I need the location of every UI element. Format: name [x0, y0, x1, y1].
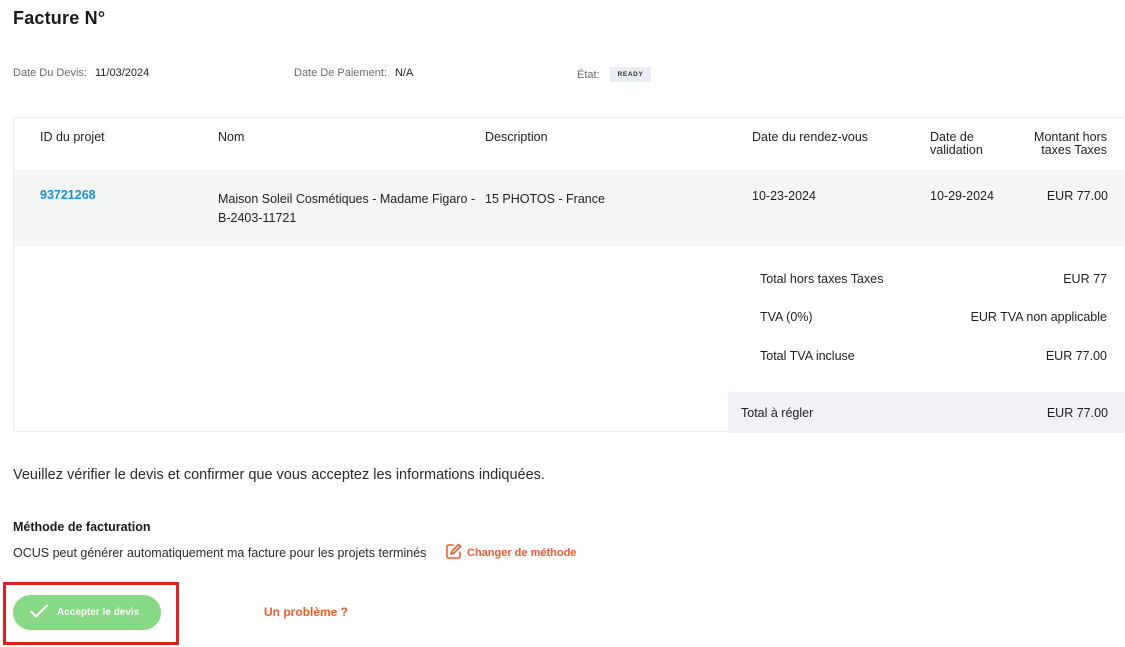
col-header-montant: Montant hors taxes Taxes — [1034, 130, 1107, 157]
edit-icon — [445, 542, 467, 563]
change-method-label: Changer de méthode — [467, 546, 577, 559]
date-devis-value: 11/03/2024 — [94, 67, 150, 79]
problem-link[interactable]: Un problème ? — [264, 605, 348, 619]
project-description: 15 PHOTOS - France — [485, 192, 605, 206]
meta-date-paiement: Date De Paiement: N/A — [294, 67, 413, 79]
project-nom: Maison Soleil Cosmétiques - Madame Figar… — [218, 192, 476, 225]
project-montant: EUR 77.00 — [1046, 189, 1108, 203]
tva-label: TVA (0%) — [760, 310, 813, 324]
change-method-link[interactable]: Changer de méthode — [445, 542, 576, 563]
project-date-validation: 10-29-2024 — [930, 189, 994, 203]
total-regler-value: EUR 77.00 — [1046, 406, 1108, 420]
check-icon — [29, 603, 57, 622]
col-header-description: Description — [485, 130, 548, 144]
table-row: 93721268 Maison Soleil Cosmétiques - Mad… — [14, 170, 1125, 246]
col-header-date-validation: Date de validation — [930, 130, 983, 157]
status-badge: READY — [609, 67, 652, 82]
total-a-regler-row: Total à régler EUR 77.00 — [728, 392, 1125, 433]
accept-quote-button[interactable]: Accepter le devis — [13, 595, 161, 630]
accept-quote-label: Accepter le devis — [57, 607, 140, 618]
invoice-card: ID du projet Nom Description Date du ren… — [13, 117, 1125, 433]
total-ttc-label: Total TVA incluse — [760, 349, 855, 363]
etat-label: État: — [577, 68, 600, 81]
col-header-nom: Nom — [218, 130, 245, 144]
meta-etat: État: READY — [577, 67, 652, 82]
col-header-date-rdv: Date du rendez-vous — [752, 130, 869, 144]
verify-instruction: Veuillez vérifier le devis et confirmer … — [13, 467, 545, 483]
date-paiement-label: Date De Paiement: — [294, 67, 387, 79]
meta-date-devis: Date Du Devis: 11/03/2024 — [13, 67, 149, 79]
page-title: Facture N° — [13, 8, 106, 28]
project-date-rdv: 10-23-2024 — [752, 189, 816, 203]
total-ttc-value: EUR 77.00 — [1045, 349, 1107, 363]
date-paiement-value: N/A — [394, 67, 414, 79]
col-header-id: ID du projet — [40, 130, 105, 144]
total-ht-label: Total hors taxes Taxes — [760, 272, 884, 286]
project-id-link[interactable]: 93721268 — [40, 186, 96, 205]
billing-method-title: Méthode de facturation — [13, 520, 151, 534]
total-regler-label: Total à régler — [741, 406, 814, 420]
billing-method-text: OCUS peut générer automatiquement ma fac… — [13, 546, 427, 560]
tva-value: EUR TVA non applicable — [970, 310, 1107, 324]
date-devis-label: Date Du Devis: — [13, 67, 87, 79]
total-ht-value: EUR 77 — [1063, 272, 1107, 286]
